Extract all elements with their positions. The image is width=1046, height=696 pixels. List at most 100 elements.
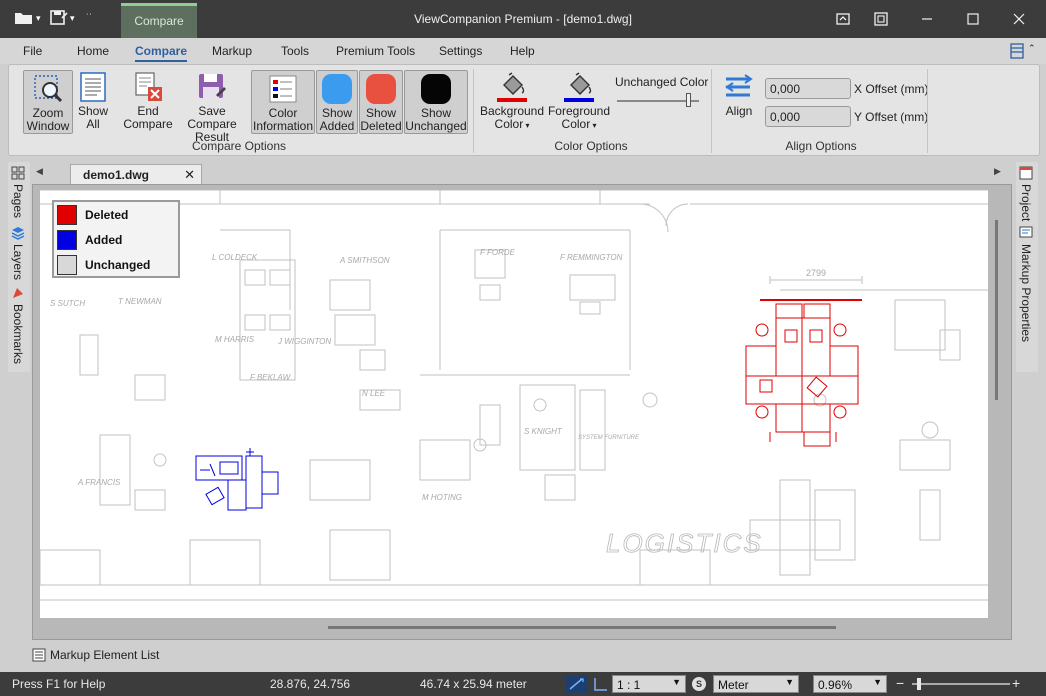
show-all-label: Show All <box>77 104 109 131</box>
unchanged-color-slider[interactable] <box>617 93 699 109</box>
zoom-window-button[interactable]: Zoom Window <box>23 70 73 134</box>
menu-tools[interactable]: Tools <box>281 44 309 58</box>
tab-scroll-left-icon[interactable]: ◀ <box>36 166 43 177</box>
drawing-name-label: S KNIGHT <box>524 427 563 436</box>
legend-item-deleted: Deleted <box>57 205 128 225</box>
scale-dropdown[interactable]: 1 : 1 ▼ <box>612 675 686 693</box>
open-dropdown-icon[interactable]: ▾ <box>36 8 41 28</box>
menu-premium-tools[interactable]: Premium Tools <box>336 44 415 58</box>
drawing-name-label: SYSTEM FURNITURE <box>578 435 640 441</box>
drawing-name-label: M HARRIS <box>215 335 255 344</box>
y-offset-input[interactable] <box>765 106 851 127</box>
customize-toolbar-icon[interactable]: ˙˙ <box>86 8 93 28</box>
horizontal-scrollbar[interactable] <box>328 626 836 629</box>
menu-file[interactable]: File <box>23 44 42 58</box>
legend-item-unchanged: Unchanged <box>57 255 150 275</box>
added-furniture-group <box>195 448 279 511</box>
drawing-name-label: M HOTING <box>422 493 462 502</box>
ortho-toggle-icon[interactable] <box>590 675 612 693</box>
align-label: Align <box>725 104 753 118</box>
markup-element-list-tab[interactable]: Markup Element List <box>32 644 232 666</box>
menu-settings[interactable]: Settings <box>439 44 482 58</box>
chevron-down-icon: ▼ <box>873 677 882 687</box>
drawing-name-label: N LEE <box>362 389 386 398</box>
pages-icon <box>11 166 25 180</box>
slider-thumb[interactable] <box>686 93 691 107</box>
unchanged-color-swatch-icon <box>420 73 452 105</box>
zoom-dropdown[interactable]: 0.96% ▼ <box>813 675 887 693</box>
maximize-icon[interactable] <box>950 0 996 38</box>
drawing-name-label: A SMITHSON <box>339 256 390 265</box>
chevron-down-icon: ▼ <box>785 677 794 687</box>
slider-thumb[interactable] <box>917 678 921 690</box>
status-bar: Press F1 for Help 28.876, 24.756 46.74 x… <box>0 672 1046 696</box>
legend-swatch <box>57 255 77 275</box>
list-icon <box>32 648 46 662</box>
floor-plan-drawing: 2799 L COLDECK A SMITHSON F FORDE F REMM… <box>40 190 988 601</box>
deleted-furniture-group <box>745 299 862 447</box>
added-color-swatch-icon <box>321 73 353 105</box>
menu-compare[interactable]: Compare <box>135 44 188 62</box>
foreground-color-button[interactable]: Foreground Color ▾ <box>545 71 613 132</box>
show-deleted-button[interactable]: Show Deleted <box>359 70 403 134</box>
help-hint: Press F1 for Help <box>12 677 106 691</box>
zoom-window-icon <box>32 73 64 105</box>
x-offset-input[interactable] <box>765 78 851 99</box>
drawing-canvas[interactable]: 2799 L COLDECK A SMITHSON F FORDE F REMM… <box>40 190 988 618</box>
bookmarks-tab[interactable]: Bookmarks <box>11 286 25 364</box>
snap-toggle-icon[interactable] <box>566 675 588 693</box>
align-icon <box>723 71 755 103</box>
cursor-coordinates: 28.876, 24.756 <box>270 677 351 691</box>
room-label: LOGISTICS <box>606 528 763 558</box>
ribbon-options-chevron-icon[interactable]: ⌃ <box>1028 43 1036 54</box>
open-folder-icon[interactable] <box>14 8 34 28</box>
color-information-label: Color Information <box>252 106 314 133</box>
deleted-color-swatch-icon <box>365 73 397 105</box>
ribbon-separator <box>473 69 474 153</box>
fullscreen-icon[interactable] <box>858 0 904 38</box>
show-added-button[interactable]: Show Added <box>316 70 358 134</box>
minimize-icon[interactable] <box>904 0 950 38</box>
scale-info-icon[interactable]: S <box>692 677 706 691</box>
zoom-value: 0.96% <box>818 678 853 692</box>
paint-bucket-icon <box>563 71 595 103</box>
unit-dropdown[interactable]: Meter ▼ <box>713 675 799 693</box>
context-tab-compare[interactable]: Compare <box>121 3 197 38</box>
foreground-color-label: Foreground Color ▾ <box>547 104 611 131</box>
y-offset-label: Y Offset (mm) <box>854 110 929 124</box>
show-added-label: Show Added <box>319 106 355 133</box>
project-tab[interactable]: Project <box>1019 166 1033 221</box>
background-color-button[interactable]: Background Color ▾ <box>479 71 545 132</box>
unit-value: Meter <box>718 678 749 692</box>
ribbon-display-options-icon[interactable] <box>1010 43 1024 62</box>
vertical-scrollbar[interactable] <box>995 220 998 400</box>
legend-label: Deleted <box>85 208 129 222</box>
zoom-in-icon[interactable]: + <box>1012 675 1020 691</box>
save-icon[interactable] <box>50 8 68 28</box>
close-tab-icon[interactable]: ✕ <box>184 167 195 183</box>
save-dropdown-icon[interactable]: ▾ <box>70 8 75 28</box>
pages-tab[interactable]: Pages <box>11 166 25 218</box>
close-icon[interactable] <box>996 0 1042 38</box>
document-tab[interactable]: demo1.dwg ✕ <box>70 164 202 185</box>
slider-track <box>912 683 1010 685</box>
zoom-out-icon[interactable]: − <box>896 675 904 691</box>
align-button[interactable]: Align <box>721 71 757 118</box>
tab-scroll-right-icon[interactable]: ▶ <box>994 166 1001 177</box>
menu-markup[interactable]: Markup <box>212 44 252 58</box>
menu-help[interactable]: Help <box>510 44 535 58</box>
markup-properties-tab[interactable]: Markup Properties <box>1019 226 1033 342</box>
end-compare-button[interactable]: End Compare <box>121 71 175 131</box>
show-all-button[interactable]: Show All <box>75 71 111 131</box>
drawing-name-label: F BEKLAW <box>250 373 292 382</box>
color-information-icon <box>267 73 299 105</box>
drawing-name-label: F FORDE <box>480 248 516 257</box>
zoom-slider[interactable] <box>912 678 1010 690</box>
pages-tab-label: Pages <box>11 184 25 219</box>
show-unchanged-button[interactable]: Show Unchanged <box>404 70 468 134</box>
menu-home[interactable]: Home <box>77 44 109 58</box>
layers-icon <box>11 227 25 240</box>
color-information-button[interactable]: Color Information <box>251 70 315 134</box>
save-compare-result-button[interactable]: Save Compare Result <box>175 71 249 144</box>
layers-tab[interactable]: Layers <box>11 226 25 280</box>
